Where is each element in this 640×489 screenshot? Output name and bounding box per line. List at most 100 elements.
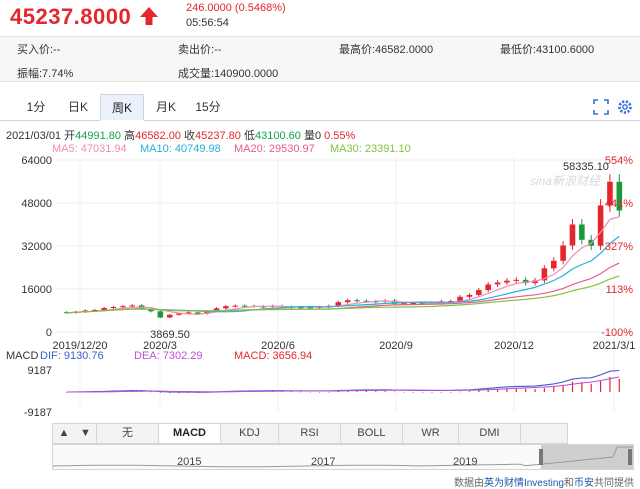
y-tick-label: 48000 <box>21 198 52 210</box>
max-annotation: 58335.10 <box>563 161 609 173</box>
macd-bar <box>599 380 602 392</box>
macd-bar <box>422 392 424 393</box>
macd-bar <box>375 391 377 392</box>
kline-chart[interactable]: sina新浪财经 64000 554% 48000 441% 32000 327% 1600… <box>0 150 640 420</box>
indicator-none[interactable]: 无 <box>97 424 159 443</box>
candle <box>232 305 239 307</box>
amplitude: 振幅:7.74% <box>17 68 74 80</box>
indicator-kdj[interactable]: KDJ <box>221 424 279 443</box>
quote-header: 45237.8000 246.0000 (0.5468%) 05:56:54 <box>0 0 640 36</box>
x-tick-label: 2020/12 <box>494 340 534 352</box>
macd-bar <box>571 381 574 392</box>
navigator-handle-right[interactable] <box>628 449 632 465</box>
macd-tick: 9187 <box>28 365 52 377</box>
indicator-wr[interactable]: WR <box>403 424 459 443</box>
navigator-handle-left[interactable] <box>539 449 543 465</box>
settings-icon[interactable] <box>616 98 634 116</box>
footer-mid: 和 <box>564 478 574 489</box>
pct-tick-label: -100% <box>601 327 633 339</box>
candle <box>354 300 360 302</box>
candle <box>476 290 482 295</box>
indicator-selector: ▲ ▼ 无 MACD KDJ RSI BOLL WR DMI <box>52 423 568 444</box>
candle <box>466 294 473 297</box>
fullscreen-icon[interactable] <box>592 98 610 116</box>
high-price: 最高价:46582.0000 <box>339 44 434 56</box>
quote-grid: 买入价:-- 卖出价:-- 最高价:46582.0000 最低价:43100.6… <box>0 36 640 82</box>
macd-bar <box>525 388 527 392</box>
close-value: 45237.80 <box>195 130 241 142</box>
macd-bar <box>309 391 311 393</box>
scroll-down-button[interactable]: ▼ <box>75 424 97 443</box>
footer-brand-binance[interactable]: 币安 <box>574 478 594 489</box>
ohlc-date: 2021/03/01 <box>6 130 62 142</box>
candle <box>504 280 510 283</box>
candle <box>120 306 126 308</box>
tab-1min[interactable]: 1分 <box>16 94 56 121</box>
vol-value: 0 <box>314 130 322 142</box>
candle <box>410 302 417 304</box>
macd-bar <box>534 389 536 392</box>
y-tick-label: 32000 <box>21 241 52 253</box>
macd-bar <box>468 391 471 392</box>
macd-bar <box>300 391 302 393</box>
macd-bar <box>337 391 339 393</box>
indicator-boll[interactable]: BOLL <box>341 424 403 443</box>
macd-bar <box>328 391 330 393</box>
footer-suffix: 共同提供 <box>594 478 634 489</box>
ma-line <box>66 216 620 316</box>
dea-legend: DEA: 7302.29 <box>134 350 203 362</box>
vol-label: 量 <box>303 130 315 142</box>
y-tick-label: 0 <box>46 327 52 339</box>
tab-daily-k[interactable]: 日K <box>56 94 100 121</box>
candle <box>157 311 164 318</box>
macd-bar <box>365 390 368 392</box>
macd-bar <box>478 390 480 392</box>
macd-bar <box>403 391 405 393</box>
nav-year-2019: 2019 <box>453 456 477 468</box>
pct-tick-label: 554% <box>605 155 633 167</box>
tab-monthly-k[interactable]: 月K <box>144 94 188 121</box>
indicator-rsi[interactable]: RSI <box>279 424 341 443</box>
dea-line <box>66 376 620 393</box>
navigator-window[interactable] <box>541 445 633 469</box>
tab-15min[interactable]: 15分 <box>188 94 228 121</box>
candle <box>223 306 229 309</box>
ohlc-summary: 2021/03/01 开44991.80 高46582.00 收45237.80… <box>6 127 355 143</box>
min-annotation: 3869.50 <box>150 329 190 341</box>
macd-bar <box>318 391 321 393</box>
candle <box>560 245 566 261</box>
low-price: 最低价:43100.6000 <box>500 44 595 56</box>
tab-weekly-k[interactable]: 周K <box>100 94 144 121</box>
data-source-footer: 数据由英为财情Investing和币安共同提供 <box>454 474 634 489</box>
low-label: 低 <box>243 130 255 142</box>
indicator-dmi[interactable]: DMI <box>459 424 521 443</box>
candle <box>569 224 576 246</box>
candle <box>513 279 520 281</box>
macd-panel: 9187 -9187 <box>24 365 620 419</box>
macd-bar <box>393 391 396 393</box>
pct-value: 0.55% <box>324 130 356 142</box>
candle <box>166 314 173 318</box>
ma-line <box>66 235 620 314</box>
macd-bar <box>384 391 386 392</box>
up-arrow-icon <box>140 7 158 25</box>
candle <box>485 284 491 291</box>
watermark-text: sina新浪财经 <box>530 174 602 188</box>
pct-tick-label: 113% <box>606 284 634 296</box>
candle <box>110 307 117 309</box>
x-tick-label: 2020/9 <box>379 340 413 352</box>
y-tick-label: 64000 <box>21 155 52 167</box>
footer-brand-investing[interactable]: 英为财情Investing <box>484 478 564 489</box>
high-label: 高 <box>124 130 136 142</box>
indicator-macd[interactable]: MACD <box>159 424 221 443</box>
navigator-svg: 2015 2017 2019 <box>52 445 633 469</box>
nav-year-2017: 2017 <box>311 456 335 468</box>
macd-bar <box>290 391 293 393</box>
watermark: sina新浪财经 <box>530 174 602 188</box>
macd-tick: -9187 <box>24 407 52 419</box>
nav-year-2015: 2015 <box>177 456 201 468</box>
time-navigator[interactable]: 2015 2017 2019 <box>52 444 634 470</box>
bid-price: 买入价:-- <box>17 44 61 56</box>
ma-lines <box>66 216 620 316</box>
scroll-up-button[interactable]: ▲ <box>53 424 75 443</box>
